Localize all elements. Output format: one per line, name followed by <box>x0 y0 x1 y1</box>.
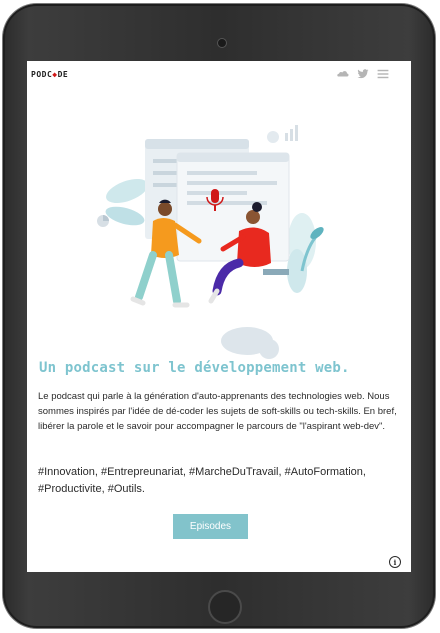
info-icon[interactable]: i <box>389 556 401 568</box>
screen: PODC◆DE Un podcast sur le développement … <box>27 61 411 572</box>
nav-icon-group <box>337 69 389 79</box>
logo-text-tail: DE <box>57 70 69 79</box>
top-navigation: PODC◆DE <box>27 61 411 89</box>
episodes-button[interactable]: Episodes <box>173 514 248 539</box>
podcast-people-illustration <box>97 125 324 359</box>
camera-dot <box>217 38 227 48</box>
home-button[interactable] <box>208 590 242 624</box>
hashtag-list: #Innovation, #Entrepreunariat, #MarcheDu… <box>38 466 366 495</box>
menu-icon[interactable] <box>377 69 389 79</box>
hero-headline: Un podcast sur le développement web. <box>39 360 350 376</box>
site-logo[interactable]: PODC◆DE <box>31 70 68 79</box>
logo-text: PODC <box>31 70 53 79</box>
twitter-icon[interactable] <box>357 69 369 79</box>
soundcloud-icon[interactable] <box>337 69 349 79</box>
hero-description: Le podcast qui parle à la génération d'a… <box>38 391 397 432</box>
